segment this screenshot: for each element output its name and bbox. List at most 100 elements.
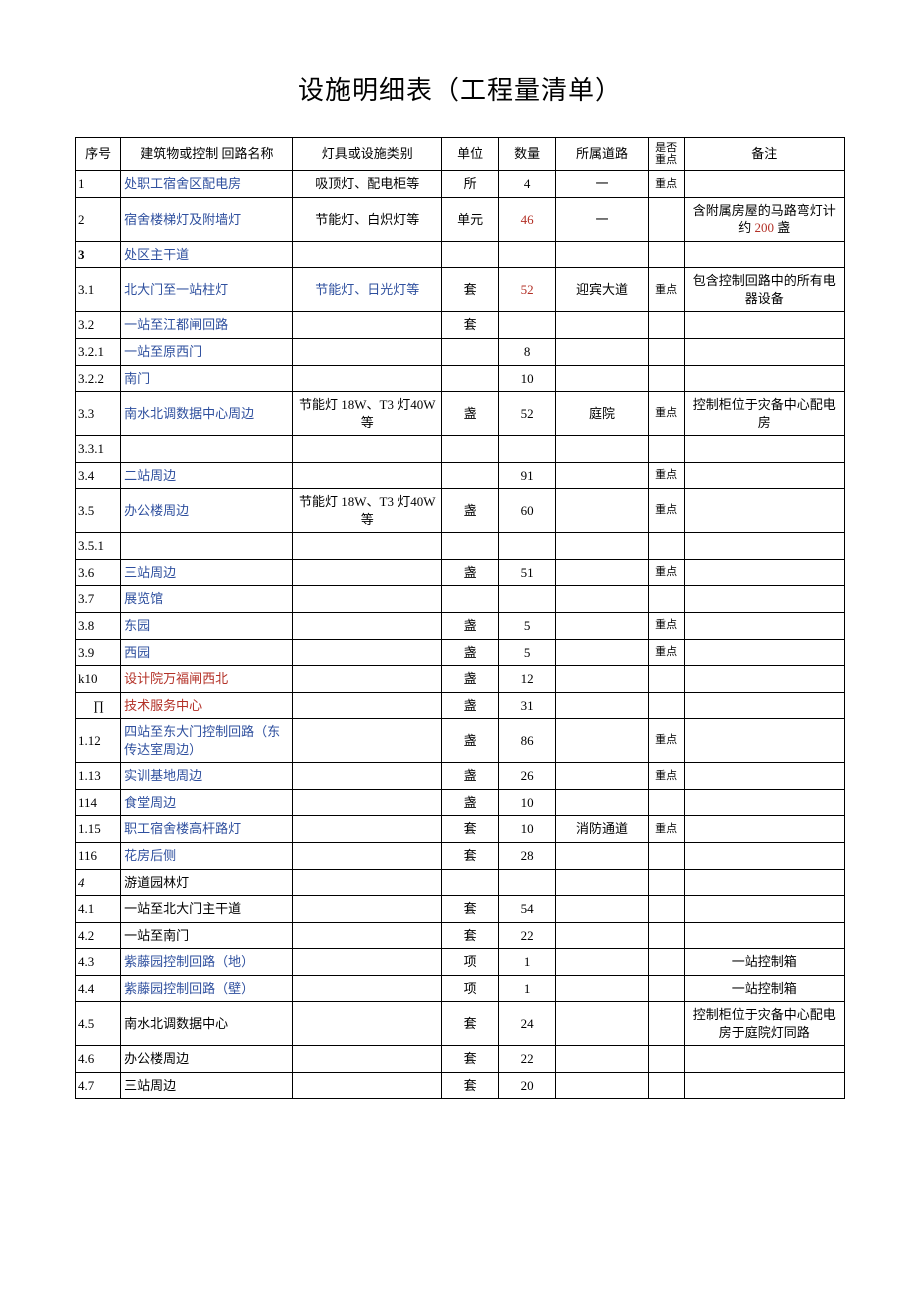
cell-name: 职工宿舍楼高杆路灯 (121, 816, 293, 843)
cell-key (648, 692, 684, 719)
cell-road (556, 949, 649, 976)
cell-key: 重点 (648, 639, 684, 666)
cell-idx: 1.15 (76, 816, 121, 843)
cell-note: 包含控制回路中的所有电器设备 (684, 268, 845, 312)
cell-qty: 1 (499, 975, 556, 1002)
cell-unit (442, 436, 499, 463)
table-row: 4.6办公楼周边套22 (76, 1046, 845, 1073)
cell-road (556, 462, 649, 489)
cell-road (556, 842, 649, 869)
table-row: 3.3.1 (76, 436, 845, 463)
cell-qty: 22 (499, 922, 556, 949)
table-row: 3.7展览馆 (76, 586, 845, 613)
cell-key (648, 922, 684, 949)
cell-road: 一 (556, 171, 649, 198)
cell-unit: 套 (442, 312, 499, 339)
cell-road (556, 1072, 649, 1099)
table-row: 114食堂周边盏10 (76, 789, 845, 816)
cell-name (121, 533, 293, 560)
cell-road (556, 533, 649, 560)
cell-key: 重点 (648, 171, 684, 198)
cell-type (293, 1046, 442, 1073)
hdr-qty: 数量 (499, 138, 556, 171)
cell-road (556, 719, 649, 763)
cell-note (684, 816, 845, 843)
cell-name: 东园 (121, 613, 293, 640)
cell-name: 三站周边 (121, 1072, 293, 1099)
table-row: 1处职工宿舍区配电房吸顶灯、配电柜等所4一重点 (76, 171, 845, 198)
cell-type (293, 692, 442, 719)
cell-road: 迎宾大道 (556, 268, 649, 312)
cell-qty: 52 (499, 268, 556, 312)
cell-qty: 24 (499, 1002, 556, 1046)
cell-key (648, 666, 684, 693)
cell-road (556, 339, 649, 366)
cell-unit: 盏 (442, 666, 499, 693)
cell-note (684, 171, 845, 198)
cell-name: 花房后侧 (121, 842, 293, 869)
cell-note (684, 1046, 845, 1073)
cell-unit (442, 533, 499, 560)
cell-road (556, 586, 649, 613)
cell-key: 重点 (648, 719, 684, 763)
cell-key (648, 312, 684, 339)
cell-qty: 5 (499, 639, 556, 666)
table-row: 3.6三站周边盏51重点 (76, 559, 845, 586)
cell-note: 含附属房屋的马路弯灯计约 200 盏 (684, 197, 845, 241)
cell-name: 展览馆 (121, 586, 293, 613)
cell-type: 节能灯、日光灯等 (293, 268, 442, 312)
cell-type (293, 666, 442, 693)
cell-qty: 91 (499, 462, 556, 489)
cell-type (293, 339, 442, 366)
cell-type (293, 1002, 442, 1046)
cell-type (293, 639, 442, 666)
table-row: 3.3南水北调数据中心周边节能灯 18W、T3 灯40W 等盏52庭院重点控制柜… (76, 392, 845, 436)
cell-road (556, 436, 649, 463)
cell-name: 北大门至一站柱灯 (121, 268, 293, 312)
cell-idx: 3.1 (76, 268, 121, 312)
cell-type (293, 922, 442, 949)
cell-road (556, 1002, 649, 1046)
cell-type (293, 1072, 442, 1099)
cell-qty: 10 (499, 365, 556, 392)
cell-note (684, 692, 845, 719)
table-row: 1.13实训基地周边盏26重点 (76, 763, 845, 790)
cell-name: 南水北调数据中心 (121, 1002, 293, 1046)
cell-road (556, 489, 649, 533)
cell-name: 实训基地周边 (121, 763, 293, 790)
cell-idx: 3.5 (76, 489, 121, 533)
table-row: 1.12四站至东大门控制回路（东传达室周边）盏86重点 (76, 719, 845, 763)
cell-type (293, 586, 442, 613)
cell-unit: 盏 (442, 692, 499, 719)
cell-key (648, 949, 684, 976)
cell-name: 紫藤园控制回路（壁） (121, 975, 293, 1002)
cell-idx: 2 (76, 197, 121, 241)
table-row: ∏技术服务中心盏31 (76, 692, 845, 719)
cell-key (648, 533, 684, 560)
cell-qty: 20 (499, 1072, 556, 1099)
cell-name: 一站至北大门主干道 (121, 896, 293, 923)
cell-name: 四站至东大门控制回路（东传达室周边） (121, 719, 293, 763)
cell-name: 南门 (121, 365, 293, 392)
table-row: 3.9西园盏5重点 (76, 639, 845, 666)
cell-key (648, 789, 684, 816)
cell-road (556, 922, 649, 949)
cell-qty (499, 241, 556, 268)
cell-qty: 12 (499, 666, 556, 693)
cell-name: 二站周边 (121, 462, 293, 489)
facilities-table: 序号 建筑物或控制 回路名称 灯具或设施类别 单位 数量 所属道路 是否重点 备… (75, 137, 845, 1099)
cell-note (684, 365, 845, 392)
cell-idx: 4.3 (76, 949, 121, 976)
cell-type (293, 763, 442, 790)
cell-idx: 4.2 (76, 922, 121, 949)
cell-note (684, 842, 845, 869)
cell-qty (499, 312, 556, 339)
cell-unit: 单元 (442, 197, 499, 241)
cell-note (684, 869, 845, 896)
table-row: 3.4二站周边91重点 (76, 462, 845, 489)
cell-idx: 3.4 (76, 462, 121, 489)
cell-note (684, 719, 845, 763)
cell-idx: 4.5 (76, 1002, 121, 1046)
cell-unit: 项 (442, 975, 499, 1002)
cell-unit: 所 (442, 171, 499, 198)
